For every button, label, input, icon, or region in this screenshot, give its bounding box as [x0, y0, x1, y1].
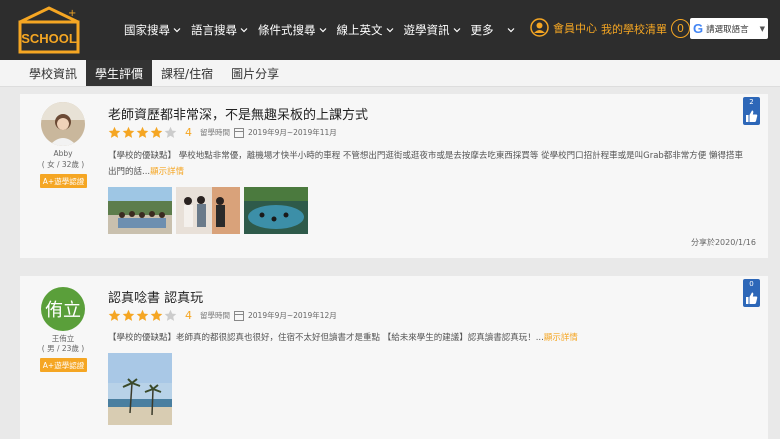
star-icon [150, 126, 163, 138]
nav-language-search[interactable]: 語言搜尋 [191, 22, 248, 38]
google-icon: G [693, 21, 704, 36]
school-tabs: 學校資訊 學生評價 課程/住宿 圖片分享 [0, 60, 780, 87]
study-period: 2019年9月~2019年12月 [248, 311, 337, 320]
review-title: 老師資歷都非常深，不是無趣呆板的上課方式 [108, 108, 369, 123]
tab-course-housing[interactable]: 課程/住宿 [152, 60, 222, 86]
reviewer-name: Abby [53, 149, 73, 158]
like-count: 2 [749, 98, 754, 106]
svg-text:+: + [68, 8, 76, 19]
school-list-count: 0 [671, 19, 690, 38]
my-school-list-link[interactable]: 我的學校清單 0 [601, 19, 690, 38]
member-center-label: 會員中心 [553, 21, 597, 35]
tab-school-info[interactable]: 學校資訊 [20, 60, 86, 86]
review-meta: 4 留學時間 2019年9月~2019年12月 [108, 309, 337, 322]
tab-student-reviews[interactable]: 學生評價 [86, 60, 153, 86]
rating-stars [108, 309, 177, 322]
rating-value: 4 [185, 126, 192, 139]
rating-stars [108, 126, 177, 139]
show-details-link[interactable]: 顯示詳情 [150, 167, 184, 177]
star-icon [150, 309, 163, 321]
nav-more[interactable]: 更多 [471, 22, 515, 38]
certification-badge: A+遊學認證 [40, 358, 87, 372]
review-title: 認真唸書 認真玩 [108, 291, 204, 306]
avatar [41, 102, 85, 146]
school-logo[interactable]: SCHOOL + [16, 4, 82, 56]
calendar-icon [234, 127, 244, 138]
thumbs-up-icon [746, 292, 758, 304]
rating-value: 4 [185, 309, 192, 322]
review-body: 【學校的優缺點】老師真的都很認真也很好，住宿不太好但讀書才是重點 【給未來學生的… [108, 333, 578, 343]
language-select-label: 請選取語言 [706, 24, 749, 35]
star-icon [108, 126, 121, 138]
shared-date: 分享於2020/1/16 [690, 238, 756, 247]
top-navbar: SCHOOL + 國家搜尋 語言搜尋 條件式搜尋 線上英文 遊學資訊 更多 會員… [0, 0, 780, 60]
show-details-link[interactable]: 顯示詳情 [544, 333, 578, 343]
star-icon [164, 126, 177, 138]
main-nav: 國家搜尋 語言搜尋 條件式搜尋 線上英文 遊學資訊 更多 [124, 22, 515, 38]
review-photo[interactable] [176, 187, 240, 234]
star-icon [122, 309, 135, 321]
review-photo[interactable] [244, 187, 308, 234]
certification-badge: A+遊學認證 [40, 174, 87, 188]
review-body: 【學校的優缺點】 學校地點非常優，離機場才快半小時的車程 不管想出門逛街或逛夜市… [108, 151, 744, 177]
chevron-down-icon [319, 28, 326, 33]
reviewer-info: ( 女 / 32歲 ) [41, 160, 85, 169]
reviewer-info: ( 男 / 23歲 ) [41, 344, 85, 353]
logo-text: SCHOOL [21, 31, 77, 46]
like-button[interactable]: 2 [743, 97, 760, 125]
calendar-icon [234, 310, 244, 321]
nav-country-search[interactable]: 國家搜尋 [124, 22, 181, 38]
star-icon [122, 126, 135, 138]
tab-photo-share[interactable]: 圖片分享 [222, 60, 288, 86]
nav-online-english[interactable]: 線上英文 [337, 22, 394, 38]
member-center-link[interactable]: 會員中心 [530, 18, 597, 37]
star-icon [108, 309, 121, 321]
user-icon [530, 18, 549, 37]
thumbs-up-icon [746, 110, 758, 122]
chevron-down-icon [507, 28, 514, 33]
review-card: Abby ( 女 / 32歲 ) A+遊學認證 老師資歷都非常深，不是無趣呆板的… [20, 94, 768, 258]
chevron-down-icon [386, 28, 393, 33]
review-card: 侑立 王侑立 ( 男 / 23歲 ) A+遊學認證 認真唸書 認真玩 4 留學時… [20, 276, 768, 439]
period-label: 留學時間 [200, 128, 230, 137]
study-period: 2019年9月~2019年11月 [248, 128, 337, 137]
review-photo[interactable] [108, 353, 172, 425]
chevron-down-icon [240, 28, 248, 33]
period-label: 留學時間 [200, 311, 230, 320]
chevron-down-icon [173, 28, 181, 33]
star-icon [136, 126, 149, 138]
nav-condition-search[interactable]: 條件式搜尋 [258, 22, 327, 38]
review-meta: 4 留學時間 2019年9月~2019年11月 [108, 126, 337, 139]
review-photo[interactable] [108, 187, 172, 234]
star-icon [164, 309, 177, 321]
nav-study-info[interactable]: 遊學資訊 [404, 22, 461, 38]
chevron-down-icon [453, 28, 460, 33]
like-count: 0 [749, 280, 754, 288]
star-icon [136, 309, 149, 321]
avatar: 侑立 [41, 287, 85, 331]
my-school-list-label: 我的學校清單 [601, 22, 667, 36]
dropdown-arrow-icon: ▼ [759, 24, 765, 33]
language-select[interactable]: G 請選取語言 ▼ [690, 18, 768, 39]
like-button[interactable]: 0 [743, 279, 760, 307]
